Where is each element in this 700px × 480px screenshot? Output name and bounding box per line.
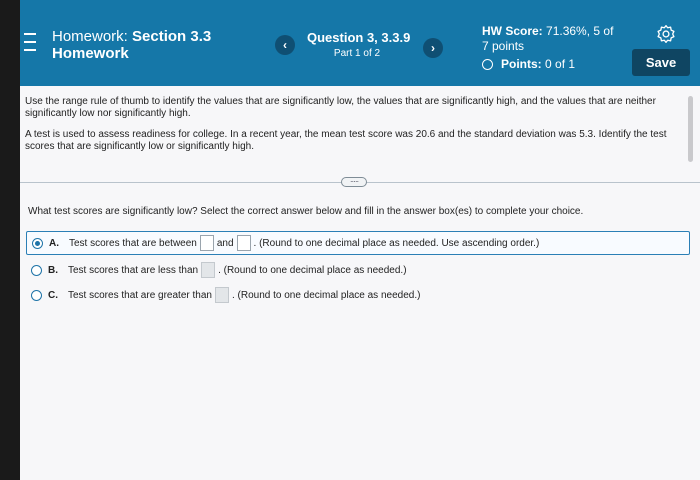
question-part: Part 1 of 2 (333, 48, 381, 59)
option-c-text: Test scores that are greater than (68, 289, 212, 301)
instruction-text: Use the range rule of thumb to identify … (25, 96, 656, 119)
answer-box-a1[interactable] (199, 235, 214, 251)
option-a-note: . (Round to one decimal place as needed.… (253, 237, 540, 249)
hw-score: HW Score: 71.36%, 5 of (482, 24, 613, 39)
option-a-and: and (216, 237, 234, 249)
question-indicator: Question 3, 3.3.9 Part 1 of 2 (307, 30, 411, 59)
option-b-text: Test scores that are less than (68, 264, 199, 276)
option-b-note: . (Round to one decimal place as needed.… (218, 264, 407, 276)
problem-text: A test is used to assess readiness for c… (25, 129, 667, 152)
chevron-right-icon: › (431, 41, 435, 55)
title-section: Section 3.3 (132, 28, 212, 45)
radio-b[interactable] (31, 264, 42, 276)
expand-handle[interactable]: ····· (341, 177, 367, 187)
option-b[interactable]: B. Test scores that are less than . (Rou… (26, 258, 690, 282)
previous-question-button[interactable]: ‹ (275, 35, 295, 55)
question-title: Question 3, 3.3.9 (307, 30, 411, 45)
radio-c[interactable] (31, 289, 42, 301)
option-a-letter: A. (49, 237, 59, 249)
menu-icon[interactable] (24, 33, 38, 51)
title-prefix: Homework: (52, 28, 128, 45)
hw-score-label: HW Score: (482, 24, 543, 38)
points-label: Points: (501, 57, 542, 71)
points-circle-icon (482, 59, 493, 70)
chevron-left-icon: ‹ (283, 38, 287, 52)
next-question-button[interactable]: › (423, 38, 443, 58)
answer-box-a2[interactable] (236, 235, 251, 251)
title-line2: Homework (52, 45, 129, 62)
header-bar: Homework: Section 3.3 Homework ‹ Questio… (20, 0, 700, 86)
points-value: 0 of 1 (545, 57, 576, 71)
score-block: HW Score: 71.36%, 5 of 7 points Points: … (482, 24, 613, 72)
answer-box-c[interactable] (214, 287, 229, 303)
points-row: Points: 0 of 1 (482, 57, 613, 72)
scrollbar[interactable] (688, 96, 693, 162)
option-b-letter: B. (48, 264, 58, 276)
question-instructions: Use the range rule of thumb to identify … (25, 96, 675, 162)
option-c-note: . (Round to one decimal place as needed.… (231, 289, 421, 301)
answer-box-b[interactable] (201, 262, 216, 278)
hw-score-value: 71.36%, 5 of (546, 24, 614, 38)
homework-title: Homework: Section 3.3 Homework (52, 28, 211, 62)
hw-score-line2: 7 points (482, 39, 525, 53)
option-a-text: Test scores that are between (69, 237, 197, 249)
answer-prompt: What test scores are significantly low? … (28, 206, 584, 217)
radio-a[interactable] (32, 237, 43, 249)
save-button[interactable]: Save (632, 49, 690, 76)
gear-icon[interactable] (656, 24, 676, 44)
screen: Homework: Section 3.3 Homework ‹ Questio… (20, 0, 700, 480)
option-a[interactable]: A. Test scores that are between and . (R… (26, 231, 690, 255)
option-c-letter: C. (48, 289, 58, 301)
option-c[interactable]: C. Test scores that are greater than . (… (26, 283, 690, 307)
